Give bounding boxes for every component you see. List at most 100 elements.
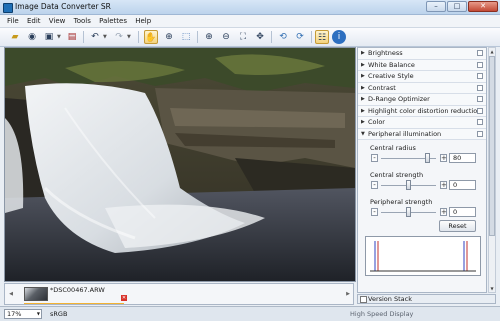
section-color[interactable]: ▶ Color <box>358 117 486 129</box>
window-title: Image Data Converter SR <box>15 2 111 11</box>
pin-icon[interactable] <box>477 73 483 79</box>
zoom-tool-icon[interactable]: ⊕ <box>162 30 176 44</box>
scroll-left-icon[interactable]: ◀ <box>8 289 14 299</box>
close-icon[interactable]: ✕ <box>121 295 127 301</box>
app-icon <box>3 3 13 13</box>
histogram <box>365 236 481 276</box>
save-icon[interactable]: ▣ <box>42 30 56 44</box>
menu-edit[interactable]: Edit <box>24 15 44 27</box>
scroll-down-icon[interactable]: ▼ <box>489 285 495 292</box>
menu-tools[interactable]: Tools <box>71 15 94 27</box>
section-creative-style[interactable]: ▶ Creative Style <box>358 71 486 83</box>
redo-icon[interactable]: ↷ <box>112 30 126 44</box>
waterfall-photo <box>5 48 355 281</box>
toolbar-divider <box>271 31 272 43</box>
slider-thumb[interactable] <box>406 180 411 190</box>
undo-dropdown-icon[interactable]: ▼ <box>103 31 107 43</box>
panel-scrollbar[interactable]: ▲ ▼ <box>488 47 496 293</box>
status-bar: 17% ▼ sRGB High Speed Display <box>0 306 500 321</box>
zoom-out-icon[interactable]: ⊖ <box>219 30 233 44</box>
pin-icon[interactable] <box>477 107 483 114</box>
section-d-range-optimizer[interactable]: ▶ D-Range Optimizer <box>358 94 486 106</box>
scroll-up-icon[interactable]: ▲ <box>489 48 495 55</box>
undo-icon[interactable]: ↶ <box>88 30 102 44</box>
toolbar-divider <box>197 31 198 43</box>
menu-help[interactable]: Help <box>132 15 154 27</box>
slider-thumb[interactable] <box>406 207 411 217</box>
increase-button[interactable]: + <box>440 154 447 162</box>
image-viewer[interactable] <box>4 47 356 282</box>
rotate-left-icon[interactable]: ⟲ <box>276 30 290 44</box>
scroll-right-icon[interactable]: ▶ <box>345 289 351 299</box>
section-label: Brightness <box>368 49 403 57</box>
close-button[interactable]: ✕ <box>468 1 498 12</box>
section-brightness[interactable]: ▶ Brightness <box>358 48 486 60</box>
section-contrast[interactable]: ▶ Contrast <box>358 82 486 94</box>
slider-thumb[interactable] <box>425 153 431 163</box>
adjustment-palette-icon[interactable]: ☷ <box>315 30 329 44</box>
menu-palettes[interactable]: Palettes <box>96 15 130 27</box>
redo-dropdown-icon[interactable]: ▼ <box>127 31 131 43</box>
rotate-right-icon[interactable]: ⟳ <box>293 30 307 44</box>
menu-view[interactable]: View <box>46 15 69 27</box>
pin-icon[interactable] <box>477 84 483 91</box>
peripheral-strength-control: Peripheral strength - + 0 <box>358 197 486 221</box>
collapse-arrow-icon: ▼ <box>361 130 365 137</box>
pin-icon[interactable] <box>477 130 483 137</box>
actual-size-icon[interactable]: ✥ <box>253 30 267 44</box>
save-dropdown-icon[interactable]: ▼ <box>57 31 61 43</box>
camera-icon[interactable]: ◉ <box>25 30 39 44</box>
open-folder-icon[interactable]: ▰ <box>8 30 22 44</box>
histogram-graph <box>370 241 476 272</box>
zoom-value: 17% <box>7 310 22 318</box>
pin-icon[interactable] <box>477 96 483 102</box>
increase-button[interactable]: + <box>440 181 447 189</box>
scroll-thumb[interactable] <box>489 56 495 236</box>
expand-arrow-icon: ▶ <box>361 119 365 125</box>
reset-button[interactable]: Reset <box>439 220 476 232</box>
section-label: Highlight color distortion reduction <box>368 106 482 115</box>
file-name: *DSC00467.ARW <box>50 286 105 294</box>
decrease-button[interactable]: - <box>371 181 378 189</box>
decrease-button[interactable]: - <box>371 208 378 216</box>
gray-point-icon[interactable]: ⬚ <box>179 30 193 44</box>
section-label: Contrast <box>368 83 396 92</box>
menu-bar: File Edit View Tools Palettes Help <box>0 15 500 28</box>
version-stack-label: Version Stack <box>368 295 412 303</box>
title-bar: Image Data Converter SR – □ ✕ <box>0 0 500 15</box>
print-icon[interactable]: ▤ <box>65 30 79 44</box>
display-mode-label: High Speed Display <box>350 310 414 318</box>
section-white-balance[interactable]: ▶ White Balance <box>358 59 486 71</box>
value-field[interactable]: 80 <box>449 153 476 163</box>
section-peripheral-illumination[interactable]: ▼ Peripheral illumination <box>358 128 486 140</box>
version-stack-bar[interactable]: Version Stack <box>357 294 496 304</box>
expand-arrow-icon: ▶ <box>361 61 365 68</box>
menu-file[interactable]: File <box>4 15 22 27</box>
maximize-button[interactable]: □ <box>447 1 467 12</box>
value-field[interactable]: 0 <box>449 207 476 217</box>
increase-button[interactable]: + <box>440 208 447 216</box>
central-strength-control: Central strength - + 0 <box>358 170 486 194</box>
decrease-button[interactable]: - <box>371 154 378 162</box>
section-label: Color <box>368 118 385 126</box>
expand-arrow-icon: ▶ <box>361 107 365 114</box>
info-icon[interactable]: i <box>332 30 346 44</box>
section-label: D-Range Optimizer <box>368 95 430 103</box>
pin-icon[interactable] <box>477 50 483 56</box>
pin-icon[interactable] <box>477 119 483 125</box>
section-highlight-distortion[interactable]: ▶ Highlight color distortion reduction <box>358 105 486 117</box>
fit-screen-icon[interactable]: ⛶ <box>236 30 250 44</box>
zoom-in-icon[interactable]: ⊕ <box>202 30 216 44</box>
zoom-select[interactable]: 17% ▼ <box>4 309 42 319</box>
minimize-button[interactable]: – <box>426 1 446 12</box>
selection-indicator <box>24 303 124 304</box>
hand-tool-icon[interactable]: ✋ <box>144 30 158 44</box>
value-field[interactable]: 0 <box>449 180 476 190</box>
slider-label: Central radius <box>370 144 416 152</box>
file-thumbnail[interactable] <box>24 287 48 301</box>
pin-icon[interactable] <box>477 61 483 68</box>
slider-label: Peripheral strength <box>370 198 433 206</box>
pin-icon[interactable] <box>360 296 367 303</box>
expand-arrow-icon: ▶ <box>361 73 365 79</box>
expand-arrow-icon: ▶ <box>361 96 365 102</box>
